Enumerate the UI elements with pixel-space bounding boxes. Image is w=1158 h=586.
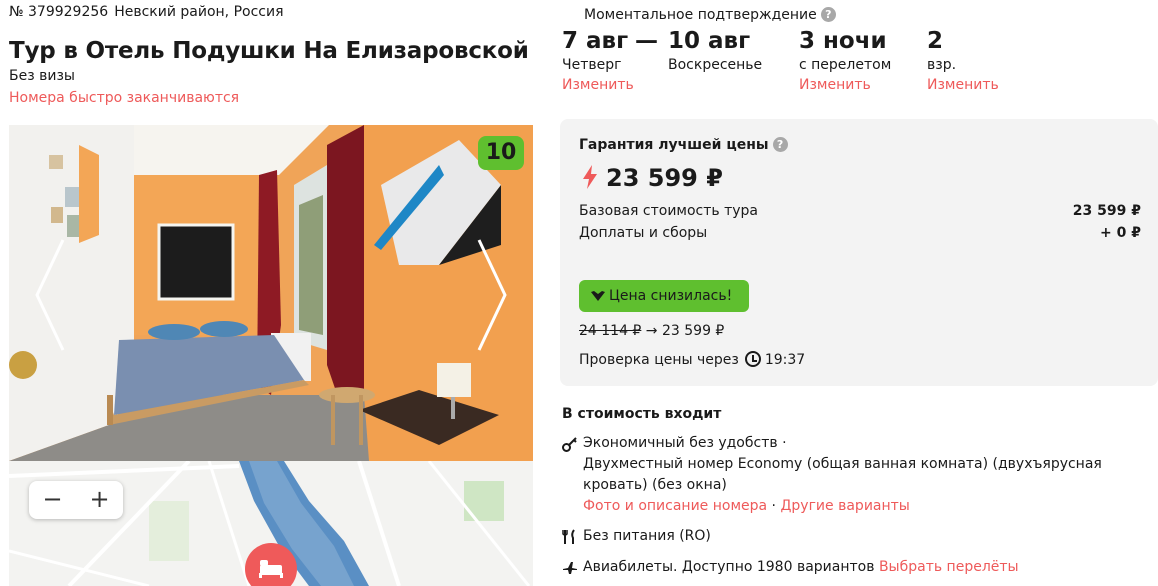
plane-icon	[563, 562, 577, 574]
includes-flights: Авиабилеты. Доступно 1980 вариантов Выбр…	[562, 557, 1103, 578]
help-icon[interactable]: ?	[820, 7, 836, 22]
base-price-label: Базовая стоимость тура	[579, 203, 758, 219]
photo-prev-button[interactable]	[31, 225, 71, 365]
change-nights-link[interactable]: Изменить	[799, 77, 891, 93]
meal-plan: Без питания (RO)	[583, 528, 711, 544]
visa-status: Без визы	[9, 68, 75, 84]
date-to-block: 10 авг Воскресенье	[668, 28, 762, 73]
includes-title: В стоимость входит	[562, 406, 722, 422]
chevron-left-icon	[35, 239, 65, 351]
tour-meta: № 379929256 Невский район, Россия	[9, 4, 284, 20]
price-arrow: →	[645, 323, 658, 339]
tour-region: Невский район, Россия	[114, 4, 284, 20]
price-check-label: Проверка цены через	[579, 352, 739, 368]
weekday-to: Воскресенье	[668, 57, 763, 73]
change-dates-link[interactable]: Изменить	[562, 77, 634, 93]
bed-icon	[259, 560, 283, 578]
room-detail: Двухместный номер Economy (общая ванная …	[583, 456, 1102, 493]
nights-count: 3 ночи	[799, 28, 887, 54]
guests-count: 2	[927, 28, 944, 54]
booking-column: Моментальное подтверждение? 7 авг Четвер…	[560, 0, 1158, 586]
price-change: 24 114 ₽ → 23 599 ₽	[579, 323, 724, 339]
help-icon[interactable]: ?	[772, 137, 788, 152]
old-price: 24 114 ₽	[579, 323, 642, 339]
date-from-block: 7 авг Четверг Изменить	[562, 28, 634, 93]
availability-warning: Номера быстро заканчиваются	[9, 90, 240, 106]
choose-flights-link[interactable]: Выбрать перелёты	[879, 559, 1019, 575]
date-to: 10 авг	[668, 28, 751, 54]
date-dash: —	[635, 28, 658, 54]
base-price-value: 23 599 ₽	[1072, 203, 1141, 219]
price-drop-label: Цена снизилась!	[609, 288, 733, 304]
hotel-column: № 379929256 Невский район, Россия Тур в О…	[9, 0, 533, 586]
room-links: Фото и описание номера · Другие варианты	[583, 496, 1103, 517]
tour-number: № 379929256	[9, 4, 109, 20]
date-from: 7 авг	[562, 28, 629, 54]
includes-meal: Без питания (RO)	[562, 526, 1103, 547]
instant-confirmation: Моментальное подтверждение?	[584, 7, 836, 23]
room-photo-illustration	[9, 125, 533, 461]
total-price-value: 23 599 ₽	[606, 164, 723, 192]
weekday-from: Четверг	[562, 57, 622, 73]
room-photo-link[interactable]: Фото и описание номера	[583, 498, 767, 514]
zoom-out-button[interactable]: −	[29, 481, 76, 519]
change-guests-link[interactable]: Изменить	[927, 77, 999, 93]
nights-block: 3 ночи с перелетом Изменить	[799, 28, 891, 93]
rating-badge: 10	[478, 136, 524, 170]
heart-icon	[591, 291, 605, 301]
room-links-separator: ·	[767, 498, 781, 514]
page-title: Тур в Отель Подушки На Елизаровской	[9, 38, 529, 64]
base-price-row: Базовая стоимость тура 23 599 ₽	[579, 203, 1141, 219]
total-price: 23 599 ₽	[582, 164, 723, 192]
hotel-map[interactable]: − +	[9, 461, 533, 586]
guests-note: взр.	[927, 57, 957, 73]
instant-confirmation-label: Моментальное подтверждение	[584, 7, 817, 23]
clock-icon	[744, 351, 761, 367]
new-price: 23 599 ₽	[661, 323, 725, 339]
price-check-time: 19:37	[764, 352, 806, 368]
flights-info: Авиабилеты. Доступно 1980 вариантов	[583, 559, 875, 575]
room-type: Экономичный без удобств ·	[583, 435, 787, 451]
fees-value: + 0 ₽	[1100, 225, 1141, 241]
fees-row: Доплаты и сборы + 0 ₽	[579, 225, 1141, 241]
key-icon	[562, 437, 577, 452]
hotel-map-pin[interactable]	[245, 543, 297, 586]
chevron-right-icon	[477, 239, 507, 351]
price-card: Гарантия лучшей цены? 23 599 ₽ Базовая с…	[560, 119, 1158, 386]
trip-params: 7 авг Четверг Изменить — 10 авг Воскресе…	[562, 28, 1158, 100]
price-guarantee: Гарантия лучшей цены?	[579, 137, 788, 153]
other-options-link[interactable]: Другие варианты	[780, 498, 909, 514]
price-check: Проверка цены через 19:37	[579, 351, 805, 368]
zoom-in-button[interactable]: +	[76, 481, 123, 519]
nights-note: с перелетом	[799, 57, 892, 73]
hotel-photo[interactable]: 10	[9, 125, 533, 461]
fees-label: Доплаты и сборы	[579, 225, 708, 241]
includes-room: Экономичный без удобств · Двухместный но…	[562, 433, 1103, 517]
map-zoom-control: − +	[29, 481, 123, 519]
guests-block: 2 взр. Изменить	[927, 28, 999, 93]
price-drop-badge: Цена снизилась!	[579, 280, 749, 312]
photo-next-button[interactable]	[471, 225, 511, 365]
fork-knife-icon	[562, 529, 575, 544]
price-guarantee-label: Гарантия лучшей цены	[579, 137, 769, 153]
lightning-icon	[583, 165, 597, 189]
